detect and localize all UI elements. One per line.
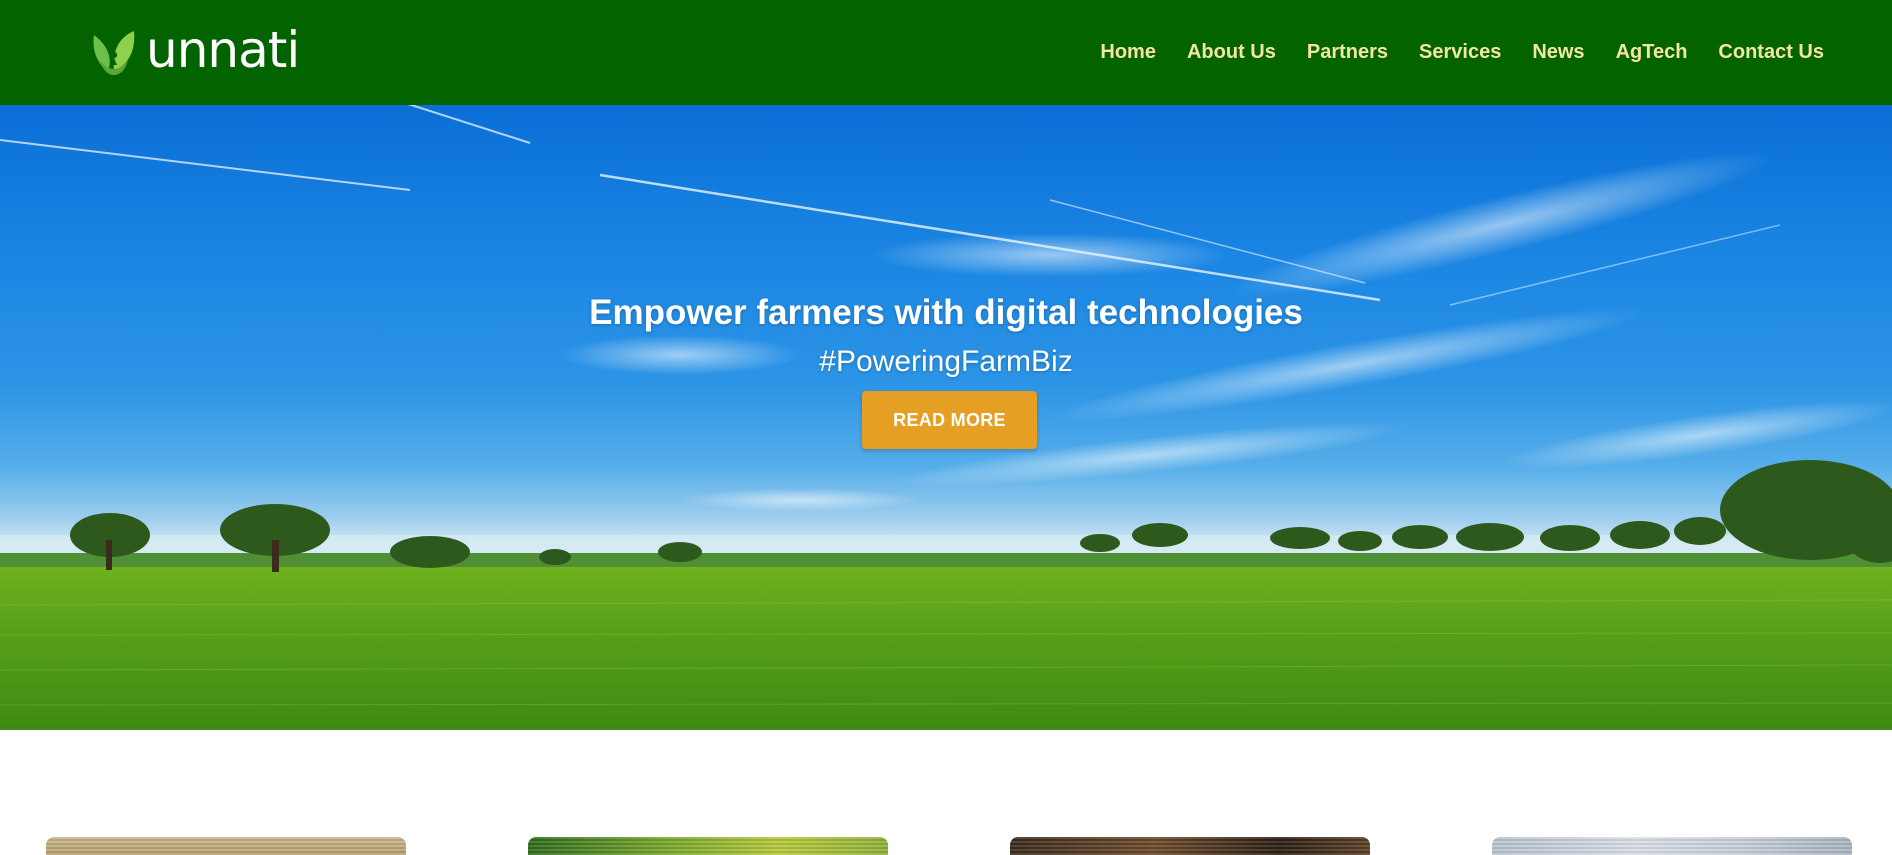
green-crop-rows-photo [528, 837, 888, 855]
cloudy-sky-photo [1492, 837, 1852, 855]
site-logo[interactable]: unnati [90, 21, 300, 80]
nav-item-news[interactable]: News [1532, 41, 1584, 64]
hero-subtitle: #PoweringFarmBiz [819, 345, 1073, 378]
nav-item-agtech[interactable]: AgTech [1616, 41, 1688, 64]
nav-item-home[interactable]: Home [1100, 41, 1156, 64]
hero-banner: Empower farmers with digital technologie… [0, 105, 1892, 730]
service-card-image[interactable] [1492, 837, 1852, 855]
read-more-button[interactable]: READ MORE [862, 391, 1037, 449]
site-header: unnati Home About Us Partners Services N… [0, 0, 1892, 105]
main-navigation: Home About Us Partners Services News AgT… [1100, 0, 1824, 105]
nav-item-services[interactable]: Services [1419, 41, 1501, 64]
service-card-image[interactable] [46, 837, 406, 855]
nav-item-partners[interactable]: Partners [1307, 41, 1388, 64]
tree-bark-photo [1010, 837, 1370, 855]
nav-item-contact-us[interactable]: Contact Us [1718, 41, 1824, 64]
wheat-field-photo [46, 837, 406, 855]
leaf-icon [93, 31, 135, 75]
service-card-image[interactable] [1010, 837, 1370, 855]
hero-title: Empower farmers with digital technologie… [589, 293, 1303, 332]
brand-name: unnati [146, 21, 300, 79]
nav-item-about-us[interactable]: About Us [1187, 41, 1276, 64]
service-card-image[interactable] [528, 837, 888, 855]
